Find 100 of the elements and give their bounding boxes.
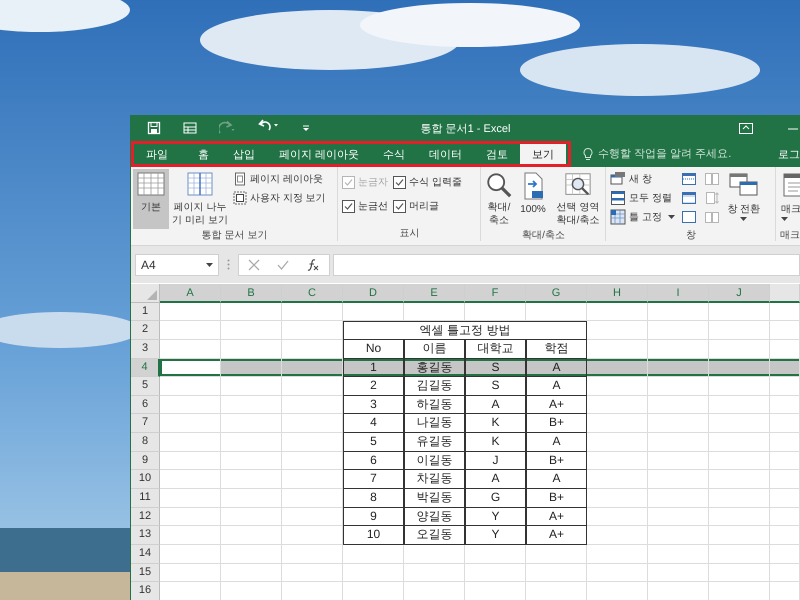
row-header[interactable]: 1 — [131, 302, 160, 322]
row-header[interactable]: 3 — [131, 340, 160, 359]
column-header[interactable]: G — [526, 284, 587, 303]
table-cell[interactable] — [587, 358, 648, 378]
table-cell[interactable] — [160, 489, 221, 508]
column-header[interactable]: B — [221, 284, 282, 303]
ribbon-tab[interactable]: 페이지 레이아웃 — [267, 144, 372, 164]
row-header[interactable]: 9 — [131, 452, 160, 470]
table-cell[interactable]: 4 — [343, 414, 404, 434]
row-header[interactable]: 14 — [131, 544, 160, 564]
table-cell[interactable] — [587, 489, 648, 508]
ribbon-button[interactable]: 100% — [516, 169, 550, 229]
table-cell[interactable] — [221, 433, 282, 452]
ribbon-tab[interactable]: 삽입 — [221, 144, 267, 164]
row-header[interactable]: 11 — [131, 489, 160, 508]
table-cell[interactable] — [160, 377, 221, 396]
table-cell[interactable] — [709, 489, 770, 508]
table-cell[interactable] — [770, 452, 800, 470]
table-cell[interactable]: S — [465, 358, 526, 378]
table-cell[interactable]: 5 — [343, 433, 404, 452]
save-icon[interactable] — [147, 121, 161, 135]
table-cell[interactable] — [587, 433, 648, 452]
table-cell[interactable] — [343, 564, 404, 582]
column-header[interactable]: F — [465, 284, 526, 303]
ribbon-button[interactable]: 페이지 나누기 미리 보기 — [170, 169, 230, 229]
table-cell[interactable]: 유길동 — [404, 433, 465, 452]
table-cell[interactable] — [770, 358, 800, 378]
table-cell[interactable]: 나길동 — [404, 414, 465, 434]
table-cell[interactable]: 김길동 — [404, 377, 465, 396]
table-cell[interactable] — [648, 526, 709, 545]
row-header[interactable]: 10 — [131, 470, 160, 490]
ribbon-display-icon[interactable] — [738, 120, 754, 136]
table-cell[interactable] — [587, 321, 648, 340]
table-cell[interactable] — [282, 508, 343, 526]
table-cell[interactable] — [221, 396, 282, 414]
table-cell[interactable]: G — [465, 489, 526, 508]
table-cell[interactable] — [709, 321, 770, 340]
column-header[interactable]: D — [343, 284, 404, 303]
table-cell[interactable] — [709, 377, 770, 396]
table-cell[interactable] — [709, 508, 770, 526]
table-cell[interactable] — [282, 321, 343, 340]
table-cell[interactable] — [709, 433, 770, 452]
table-cell[interactable] — [587, 508, 648, 526]
table-cell[interactable] — [160, 526, 221, 545]
table-cell[interactable] — [770, 433, 800, 452]
table-cell[interactable]: 양길동 — [404, 508, 465, 526]
table-cell[interactable] — [221, 544, 282, 564]
table-cell[interactable] — [282, 470, 343, 490]
table-cell[interactable]: A — [526, 358, 587, 378]
table-cell[interactable] — [160, 358, 221, 378]
table-cell[interactable] — [648, 321, 709, 340]
table-cell[interactable]: 3 — [343, 396, 404, 414]
table-cell[interactable]: 오길동 — [404, 526, 465, 545]
tell-me-field[interactable]: 수행할 작업을 알려 주세요. — [598, 148, 758, 160]
row-header[interactable]: 8 — [131, 433, 160, 452]
insert-function-icon[interactable] — [306, 258, 320, 272]
enter-icon[interactable] — [276, 258, 289, 270]
sign-in-button[interactable]: 로그 — [774, 141, 800, 167]
table-cell[interactable] — [282, 302, 343, 322]
table-cell[interactable] — [404, 564, 465, 582]
table-cell[interactable] — [709, 470, 770, 490]
table-cell[interactable] — [648, 433, 709, 452]
table-cell[interactable] — [587, 414, 648, 434]
table-cell[interactable]: 차길동 — [404, 470, 465, 490]
table-cell[interactable] — [160, 340, 221, 359]
table-cell[interactable]: A — [465, 396, 526, 414]
table-cell[interactable] — [221, 302, 282, 322]
table-cell[interactable]: B+ — [526, 452, 587, 470]
ribbon-tab[interactable]: 수식 — [371, 144, 418, 164]
table-cell[interactable] — [282, 564, 343, 582]
table-cell[interactable] — [648, 452, 709, 470]
table-cell[interactable]: J — [465, 452, 526, 470]
table-cell[interactable] — [282, 489, 343, 508]
table-cell[interactable] — [221, 508, 282, 526]
cancel-icon[interactable] — [248, 258, 260, 270]
table-cell[interactable] — [770, 564, 800, 582]
checkbox[interactable] — [393, 200, 406, 212]
table-cell[interactable]: 8 — [343, 489, 404, 508]
table-cell[interactable] — [160, 433, 221, 452]
table-cell[interactable]: B+ — [526, 414, 587, 434]
select-all-button[interactable] — [131, 284, 160, 303]
column-header[interactable]: H — [587, 284, 648, 303]
table-cell[interactable] — [709, 526, 770, 545]
table-cell[interactable] — [770, 489, 800, 508]
table-cell[interactable] — [709, 544, 770, 564]
table-cell[interactable] — [770, 470, 800, 490]
table-cell[interactable] — [465, 564, 526, 582]
table-cell[interactable] — [282, 452, 343, 470]
table-cell[interactable] — [770, 414, 800, 434]
formula-input[interactable] — [333, 254, 800, 276]
ribbon-button[interactable]: 틀 고정 — [608, 207, 677, 226]
table-cell[interactable] — [221, 526, 282, 545]
column-header[interactable] — [770, 284, 800, 303]
table-cell[interactable] — [282, 544, 343, 564]
table-cell[interactable] — [648, 564, 709, 582]
table-cell[interactable] — [221, 564, 282, 582]
table-cell[interactable] — [343, 302, 404, 322]
column-header[interactable]: C — [282, 284, 343, 303]
ribbon-button[interactable]: 모두 정렬 — [608, 188, 677, 207]
column-header[interactable]: J — [709, 284, 770, 303]
